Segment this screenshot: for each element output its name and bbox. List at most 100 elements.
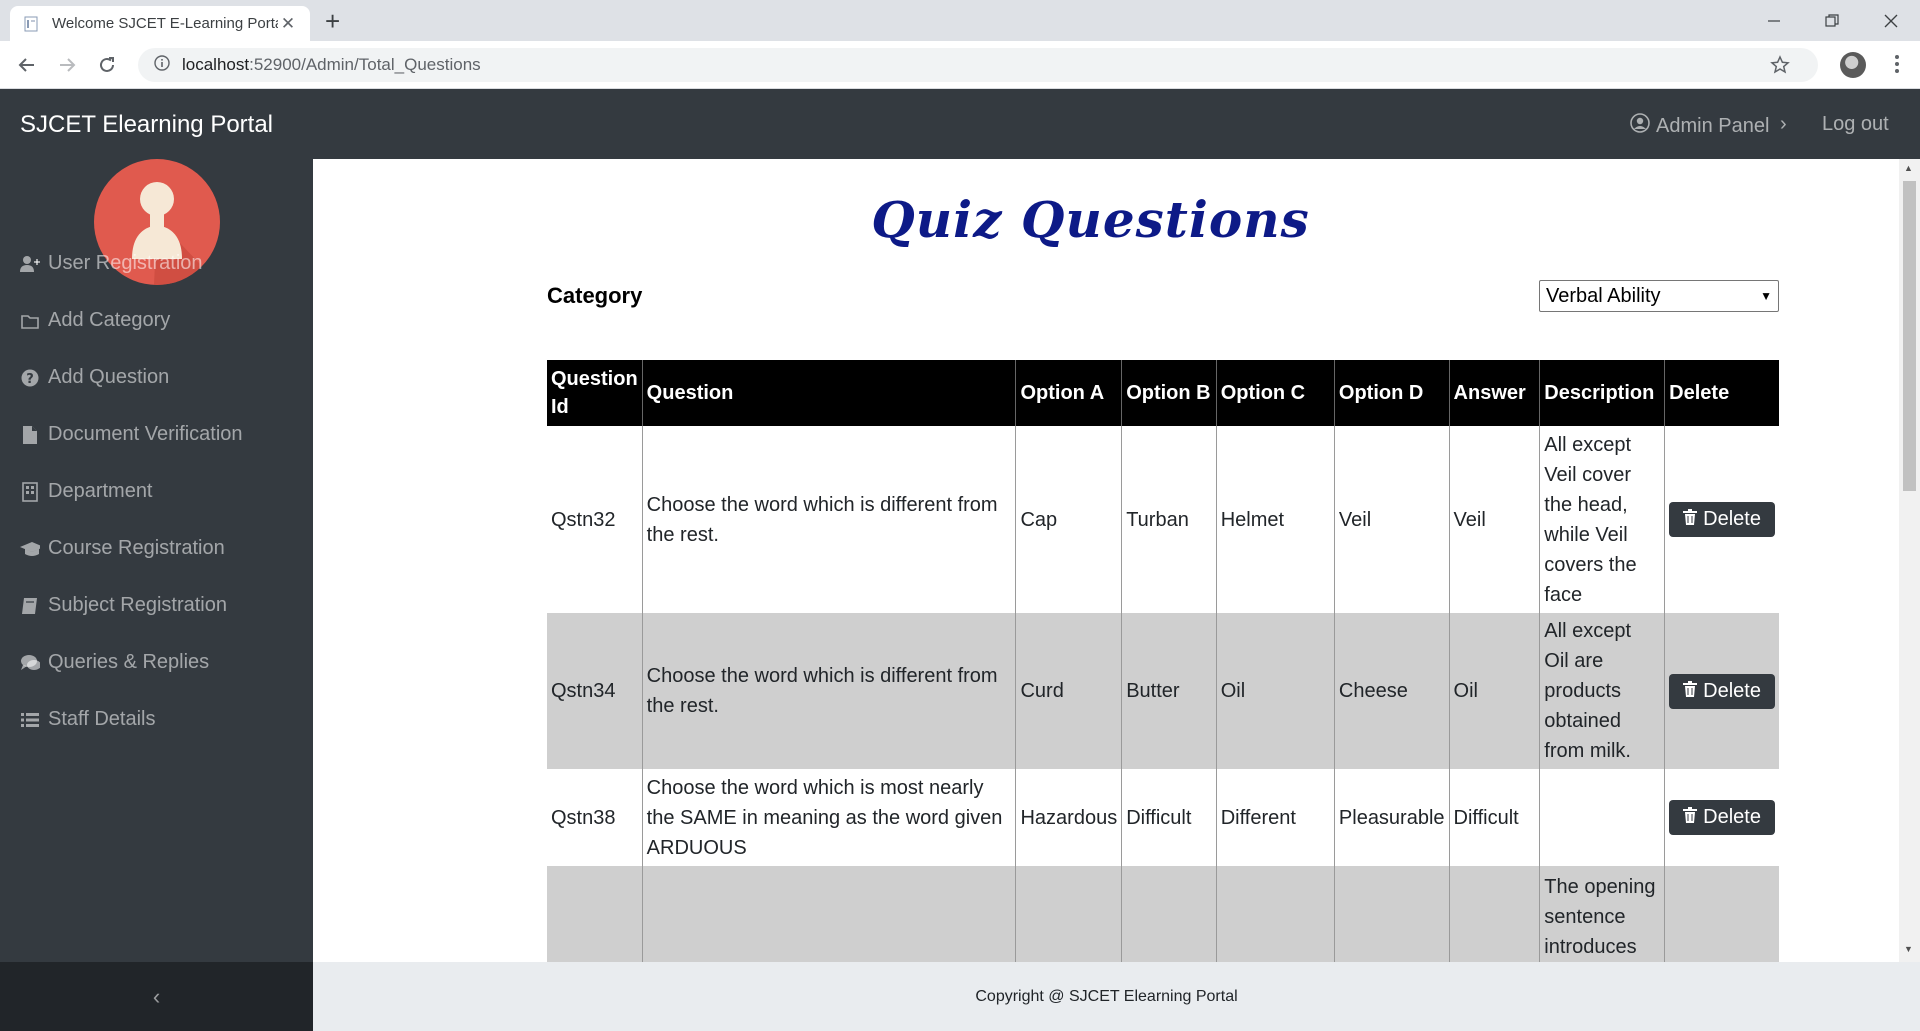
column-header: Question [642, 360, 1017, 426]
sidebar-item-course-registration[interactable]: Course Registration [20, 537, 225, 560]
user-plus-icon [20, 254, 40, 274]
folder-icon [20, 311, 40, 331]
scroll-up-arrow-icon[interactable]: ▲ [1904, 163, 1913, 173]
table-header-row: Question Id Question Option A Option B O… [547, 360, 1779, 426]
question-id-cell: Qstn38 [547, 769, 643, 866]
delete-cell [1664, 866, 1779, 962]
category-selected-value: Verbal Ability [1546, 284, 1661, 307]
url-bar[interactable]: localhost:52900/Admin/Total_Questions [138, 48, 1818, 82]
sidebar-item-add-question[interactable]: ? Add Question [20, 366, 169, 389]
question-cell: Choose the word which is most nearly the… [642, 769, 1017, 866]
bookmark-star-icon[interactable] [1770, 55, 1790, 80]
reload-icon[interactable] [91, 49, 123, 81]
question-cell [642, 866, 1017, 962]
questions-table: Question Id Question Option A Option B O… [547, 360, 1779, 962]
user-circle-icon [1630, 113, 1650, 139]
back-icon[interactable] [11, 49, 43, 81]
profile-avatar[interactable] [1840, 52, 1866, 78]
main-content: Quiz Questions Category Verbal Ability ▼… [313, 159, 1900, 962]
page-scrollbar[interactable]: ▲ ▼ [1899, 159, 1920, 962]
dropdown-caret-icon: ▼ [1760, 289, 1772, 303]
svg-text:?: ? [26, 372, 34, 387]
sidebar-item-label: User Registration [48, 252, 203, 274]
url-path: :52900/Admin/Total_Questions [249, 55, 481, 74]
footer: Copyright @ SJCET Elearning Portal [313, 962, 1920, 1031]
delete-cell: Delete [1664, 426, 1779, 613]
sidebar-item-label: Add Question [48, 366, 170, 388]
minimize-icon[interactable] [1745, 0, 1803, 41]
description-cell: All except Oil are products obtained fro… [1539, 613, 1666, 769]
forward-icon[interactable] [51, 49, 83, 81]
delete-label: Delete [1703, 679, 1761, 702]
info-icon[interactable] [154, 54, 170, 76]
category-label: Category [547, 283, 643, 308]
delete-label: Delete [1703, 508, 1761, 530]
sidebar-item-queries-replies[interactable]: Queries & Replies [20, 651, 209, 674]
browser-tabbar: Welcome SJCET E-Learning Porta ✕ + [0, 0, 1920, 41]
sidebar-item-label: Department [48, 480, 153, 502]
option-d-cell: Cheese [1334, 613, 1450, 769]
admin-panel-link[interactable]: Admin Panel [1630, 113, 1769, 139]
graduation-cap-icon [20, 539, 40, 559]
trash-icon [1683, 806, 1698, 829]
option-b-cell [1121, 866, 1217, 962]
answer-cell [1449, 866, 1541, 962]
browser-toolbar: localhost:52900/Admin/Total_Questions [0, 41, 1920, 89]
sidebar-item-add-category[interactable]: Add Category [20, 309, 170, 332]
delete-button[interactable]: Delete [1669, 800, 1775, 835]
close-tab-icon[interactable]: ✕ [278, 14, 298, 34]
column-header: Description [1539, 360, 1666, 426]
restore-icon[interactable] [1803, 0, 1861, 41]
sidebar-collapse-button[interactable]: ‹ [0, 962, 313, 1031]
description-cell: All except Veil cover the head, while Ve… [1539, 426, 1666, 613]
table-row: Qstn32 Choose the word which is differen… [547, 426, 1779, 613]
sidebar-item-label: Course Registration [48, 537, 225, 559]
trash-icon [1683, 680, 1698, 703]
answer-cell: Difficult [1449, 769, 1541, 866]
delete-cell: Delete [1664, 769, 1779, 866]
logout-link[interactable]: Log out [1822, 113, 1889, 136]
comments-icon [20, 653, 40, 673]
option-a-cell: Cap [1015, 426, 1123, 613]
question-cell: Choose the word which is different from … [642, 613, 1017, 769]
description-cell [1539, 769, 1666, 866]
table-row: Qstn38 Choose the word which is most nea… [547, 769, 1779, 866]
description-cell: The opening sentence introduces us to th… [1539, 866, 1666, 962]
column-header: Answer [1449, 360, 1541, 426]
new-tab-button[interactable]: + [325, 8, 340, 34]
delete-button[interactable]: Delete [1669, 673, 1775, 709]
browser-menu-icon[interactable] [1895, 54, 1899, 74]
sidebar-item-subject-registration[interactable]: Subject Registration [20, 594, 227, 617]
option-c-cell: Oil [1216, 613, 1335, 769]
book-icon [20, 596, 40, 616]
category-select[interactable]: Verbal Ability ▼ [1539, 280, 1779, 312]
table-row: The opening sentence introduces us to th… [547, 866, 1779, 962]
column-header: Option D [1334, 360, 1450, 426]
scroll-down-arrow-icon[interactable]: ▼ [1904, 944, 1913, 954]
option-a-cell: Curd [1015, 613, 1123, 769]
trash-icon [1683, 508, 1698, 531]
scroll-thumb[interactable] [1903, 181, 1916, 491]
sidebar-item-label: Queries & Replies [48, 651, 210, 673]
column-header: Question Id [547, 360, 643, 426]
sidebar-item-staff-details[interactable]: Staff Details [20, 708, 155, 731]
option-c-cell: Different [1216, 769, 1335, 866]
building-icon [20, 481, 40, 502]
delete-button[interactable]: Delete [1669, 502, 1775, 537]
option-a-cell: Hazardous [1015, 769, 1123, 866]
url-host: localhost [182, 55, 250, 74]
sidebar-item-document-verification[interactable]: Document Verification [20, 423, 243, 446]
delete-label: Delete [1703, 806, 1761, 828]
sidebar-item-department[interactable]: Department [20, 480, 153, 503]
option-c-cell [1216, 866, 1335, 962]
sidebar-item-user-registration[interactable]: User Registration [20, 252, 203, 275]
page-title: Quiz Questions [871, 190, 1310, 249]
browser-tab[interactable]: Welcome SJCET E-Learning Porta ✕ [10, 6, 310, 41]
brand-title[interactable]: SJCET Elearning Portal [20, 111, 273, 139]
question-cell: Choose the word which is different from … [642, 426, 1017, 613]
close-window-icon[interactable] [1862, 0, 1920, 41]
sidebar-item-label: Document Verification [48, 423, 243, 445]
file-icon [20, 425, 40, 445]
column-header: Option B [1121, 360, 1217, 426]
page-favicon-icon [22, 15, 40, 33]
